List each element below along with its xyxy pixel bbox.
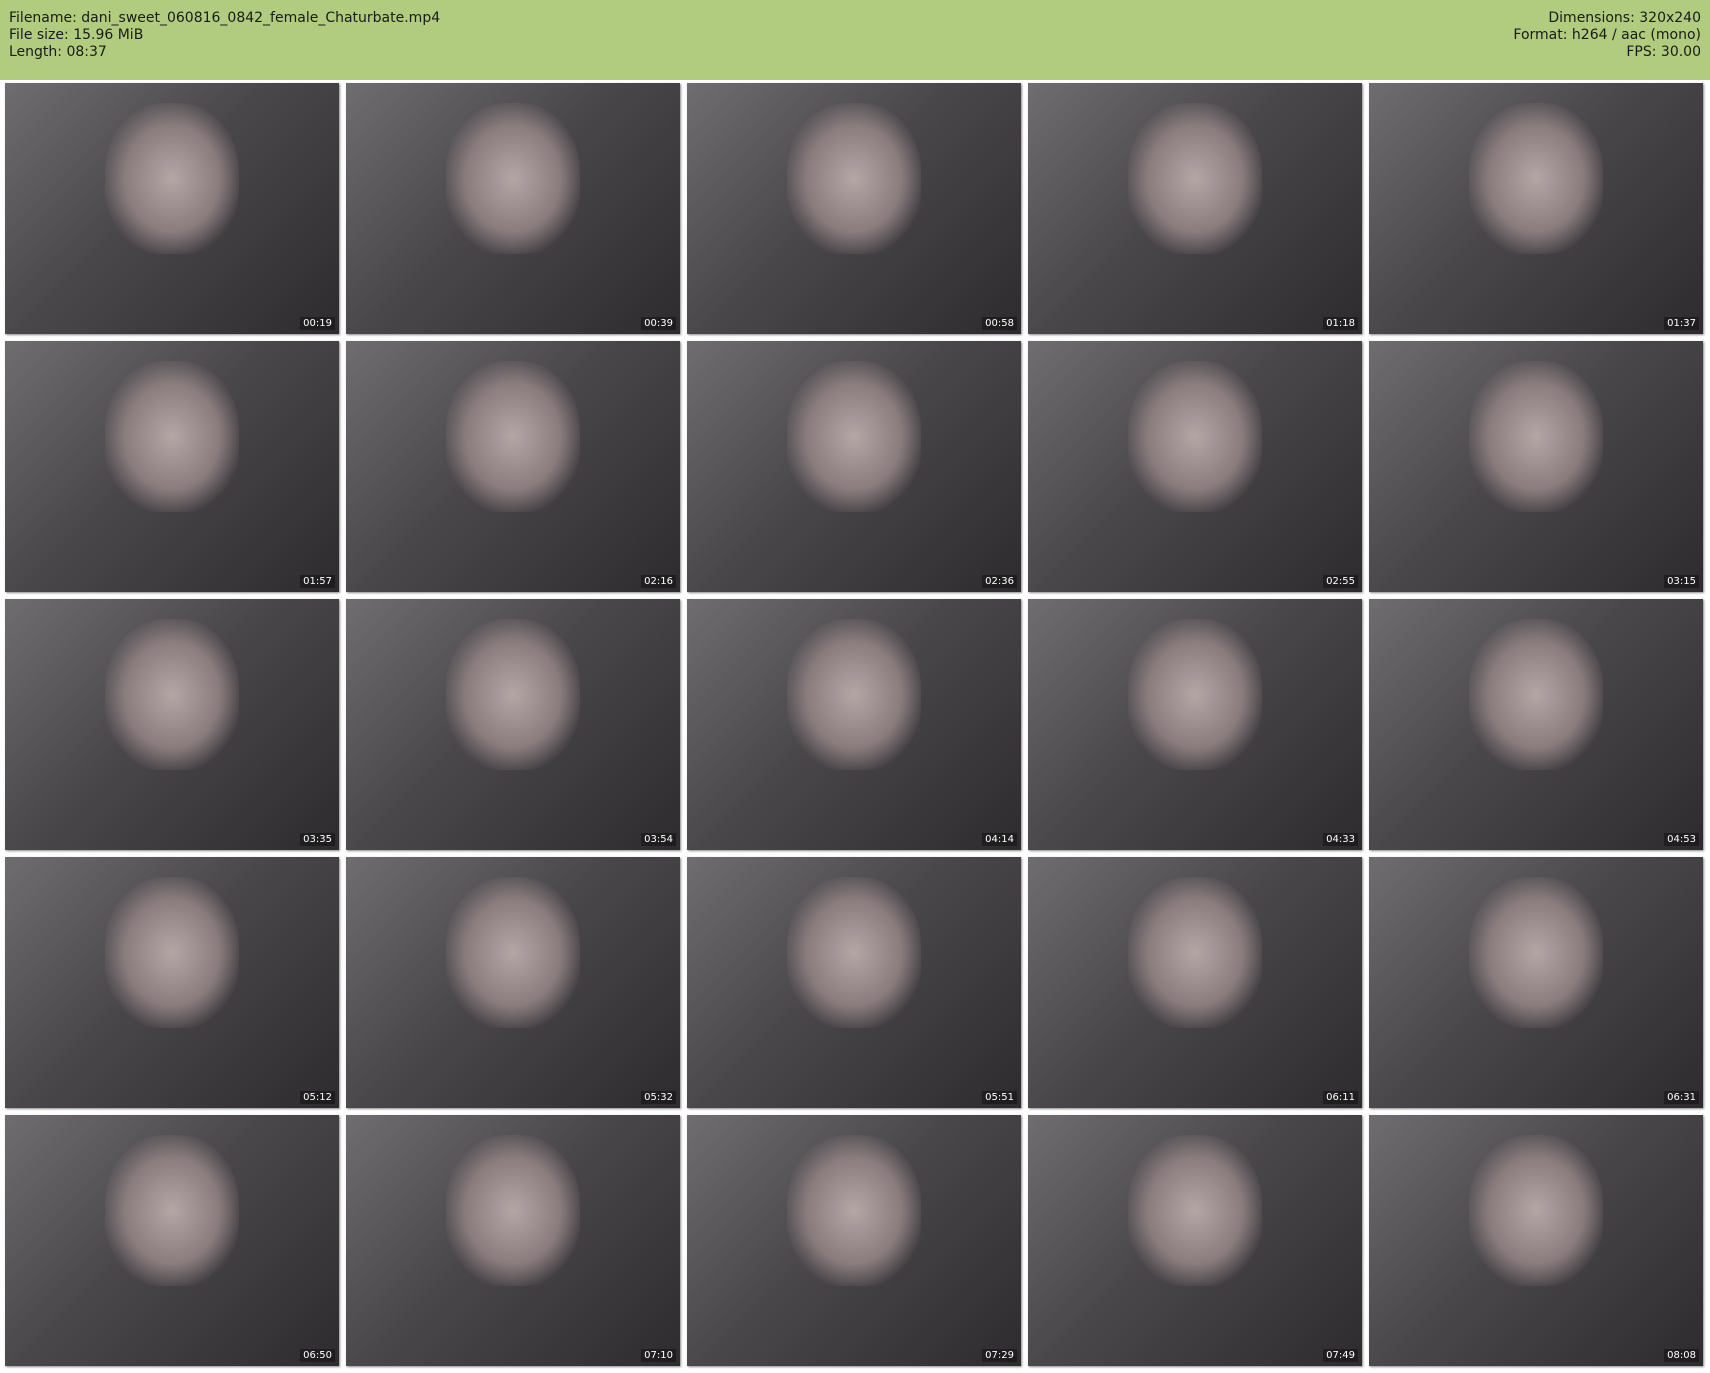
dimensions: Dimensions: 320x240 <box>1548 10 1701 26</box>
video-thumbnail[interactable]: 02:36 <box>687 341 1021 592</box>
file-info-right: Dimensions: 320x240 Format: h264 / aac (… <box>1513 10 1701 61</box>
file-size: File size: 15.96 MiB <box>9 27 144 43</box>
video-thumbnail[interactable]: 04:33 <box>1028 599 1362 850</box>
length: Length: 08:37 <box>9 44 107 60</box>
timestamp: 06:50 <box>300 1349 335 1362</box>
timestamp: 00:19 <box>300 317 335 330</box>
video-thumbnail[interactable]: 02:16 <box>346 341 680 592</box>
video-thumbnail[interactable]: 03:54 <box>346 599 680 850</box>
video-thumbnail[interactable]: 03:35 <box>5 599 339 850</box>
timestamp: 01:18 <box>1323 317 1358 330</box>
timestamp: 05:32 <box>641 1091 676 1104</box>
video-thumbnail[interactable]: 00:39 <box>346 83 680 334</box>
timestamp: 02:55 <box>1323 575 1358 588</box>
timestamp: 02:36 <box>982 575 1017 588</box>
timestamp: 07:10 <box>641 1349 676 1362</box>
video-thumbnail[interactable]: 04:53 <box>1369 599 1703 850</box>
video-thumbnail[interactable]: 01:57 <box>5 341 339 592</box>
video-thumbnail[interactable]: 04:14 <box>687 599 1021 850</box>
video-thumbnail[interactable]: 03:15 <box>1369 341 1703 592</box>
timestamp: 03:35 <box>300 833 335 846</box>
timestamp: 01:37 <box>1664 317 1699 330</box>
video-thumbnail[interactable]: 07:10 <box>346 1115 680 1366</box>
timestamp: 05:51 <box>982 1091 1017 1104</box>
timestamp: 04:53 <box>1664 833 1699 846</box>
video-thumbnail[interactable]: 08:08 <box>1369 1115 1703 1366</box>
video-thumbnail[interactable]: 06:11 <box>1028 857 1362 1108</box>
video-thumbnail[interactable]: 05:51 <box>687 857 1021 1108</box>
timestamp: 06:11 <box>1323 1091 1358 1104</box>
timestamp: 04:14 <box>982 833 1017 846</box>
timestamp: 00:39 <box>641 317 676 330</box>
video-thumbnail[interactable]: 00:19 <box>5 83 339 334</box>
video-thumbnail[interactable]: 01:37 <box>1369 83 1703 334</box>
video-thumbnail[interactable]: 01:18 <box>1028 83 1362 334</box>
video-thumbnail[interactable]: 05:12 <box>5 857 339 1108</box>
fps: FPS: 30.00 <box>1626 44 1701 60</box>
timestamp: 05:12 <box>300 1091 335 1104</box>
timestamp: 06:31 <box>1664 1091 1699 1104</box>
timestamp: 03:54 <box>641 833 676 846</box>
thumbnail-grid: 00:19 00:39 00:58 01:18 01:37 01:57 02:16 02:36… <box>5 83 1703 1366</box>
video-thumbnail[interactable]: 07:49 <box>1028 1115 1362 1366</box>
video-thumbnail[interactable]: 07:29 <box>687 1115 1021 1366</box>
timestamp: 08:08 <box>1664 1349 1699 1362</box>
format: Format: h264 / aac (mono) <box>1513 27 1701 43</box>
video-thumbnail[interactable]: 06:50 <box>5 1115 339 1366</box>
timestamp: 07:29 <box>982 1349 1017 1362</box>
timestamp: 07:49 <box>1323 1349 1358 1362</box>
timestamp: 01:57 <box>300 575 335 588</box>
video-thumbnail[interactable]: 02:55 <box>1028 341 1362 592</box>
video-thumbnail[interactable]: 06:31 <box>1369 857 1703 1108</box>
info-header: Filename: dani_sweet_060816_0842_female_… <box>0 0 1710 80</box>
filename: Filename: dani_sweet_060816_0842_female_… <box>9 10 441 26</box>
timestamp: 03:15 <box>1664 575 1699 588</box>
video-thumbnail[interactable]: 00:58 <box>687 83 1021 334</box>
timestamp: 02:16 <box>641 575 676 588</box>
file-info-left: Filename: dani_sweet_060816_0842_female_… <box>9 10 440 61</box>
timestamp: 00:58 <box>982 317 1017 330</box>
timestamp: 04:33 <box>1323 833 1358 846</box>
video-thumbnail[interactable]: 05:32 <box>346 857 680 1108</box>
